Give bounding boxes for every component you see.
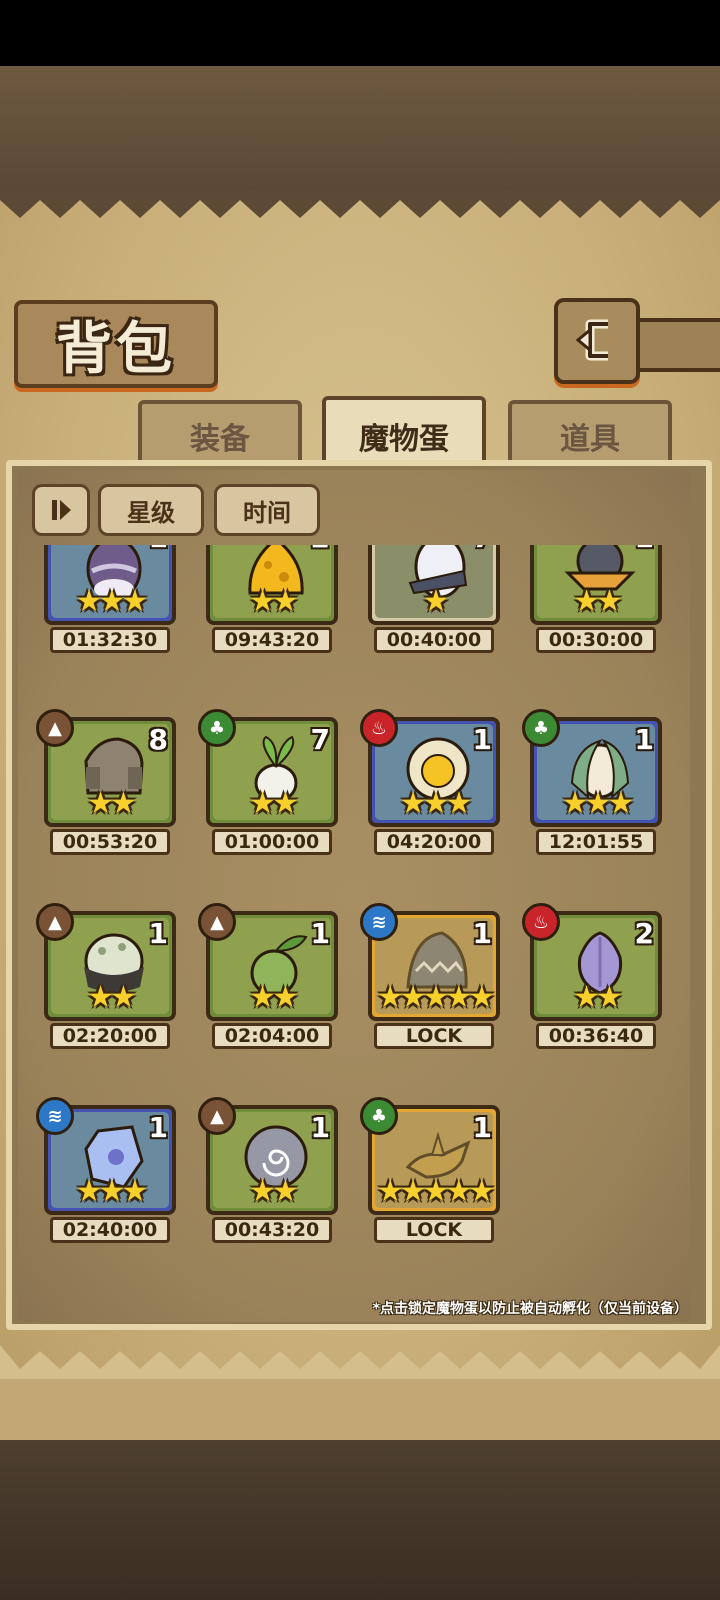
egg-count: 1 <box>472 917 492 950</box>
fire-element-icon: ♨ <box>522 903 560 941</box>
egg-card[interactable]: ▲ 1 ★★ 02:20:00 <box>36 903 176 1051</box>
egg-count: 1 <box>149 545 168 554</box>
back-button[interactable] <box>554 298 640 384</box>
egg-star-rating: ★★ <box>249 980 299 1015</box>
back-button-band <box>630 318 720 372</box>
egg-star-rating: ★★★ <box>399 786 473 821</box>
egg-star-rating: ★ <box>422 584 450 619</box>
page-title: 背包 <box>56 316 176 382</box>
egg-hatch-timer: 02:04:00 <box>212 1023 332 1049</box>
back-arrow-icon <box>575 319 608 361</box>
tab-items-label: 道具 <box>560 422 620 457</box>
egg-hatch-timer: 02:40:00 <box>50 1217 170 1243</box>
earth-element-icon: ▲ <box>198 1097 236 1135</box>
egg-card[interactable]: ▲ 8 ★★ 00:53:20 <box>36 709 176 857</box>
egg-card[interactable]: ♣ 7 ★★ 01:00:00 <box>198 709 338 857</box>
egg-star-rating: ★★★ <box>75 584 149 619</box>
egg-star-rating: ★★ <box>573 584 623 619</box>
egg-star-rating: ★★ <box>249 584 299 619</box>
egg-hatch-timer: 00:43:20 <box>212 1217 332 1243</box>
tab-items[interactable]: 道具 <box>508 400 672 468</box>
water-element-icon: ≋ <box>360 903 398 941</box>
egg-hatch-timer: 00:53:20 <box>50 829 170 855</box>
map-background-bottom <box>0 1440 720 1600</box>
earth-element-icon: ▲ <box>198 903 236 941</box>
egg-card[interactable]: ≋ 1 ★★★ 02:40:00 <box>36 1097 176 1245</box>
egg-card[interactable]: ♣ 1 ★★★ 12:01:55 <box>522 709 662 857</box>
egg-count: 2 <box>311 545 330 554</box>
egg-count: 1 <box>148 1111 168 1144</box>
earth-element-icon: ▲ <box>36 903 74 941</box>
egg-hatch-timer: 12:01:55 <box>536 829 656 855</box>
egg-card[interactable]: ♨ 2 ★★ 00:36:40 <box>522 903 662 1051</box>
egg-hatch-timer: 01:00:00 <box>212 829 332 855</box>
egg-hatch-timer: 04:20:00 <box>374 829 494 855</box>
sort-by-stars-button[interactable]: 星级 <box>98 484 204 536</box>
egg-card-locked[interactable]: ≋ 1 ★★★★★ LOCK <box>360 903 500 1051</box>
egg-count: 1 <box>472 723 492 756</box>
egg-count: 1 <box>635 545 654 554</box>
earth-element-icon: ▲ <box>36 709 74 747</box>
zigzag-border-top <box>0 190 720 218</box>
tab-equipment[interactable]: 装备 <box>138 400 302 468</box>
sort-by-time-button[interactable]: 时间 <box>214 484 320 536</box>
egg-hatch-timer: 09:43:20 <box>212 627 332 653</box>
status-bar <box>0 0 720 66</box>
egg-hatch-timer: 00:40:00 <box>374 627 494 653</box>
egg-count: 1 <box>310 917 330 950</box>
egg-card-locked[interactable]: ♣ 1 ★★★★★ LOCK <box>360 1097 500 1245</box>
egg-grid: ♣ 1 ★★★ 01:32:30 ▲ 2 ★★ 09:43:20 ≋ 7 ★ 0… <box>18 545 690 1280</box>
egg-count: 1 <box>148 917 168 950</box>
egg-count: 7 <box>310 723 330 756</box>
egg-lock-label[interactable]: LOCK <box>374 1217 494 1243</box>
egg-card[interactable]: ▲ 1 ★★ 02:04:00 <box>198 903 338 1051</box>
egg-hatch-timer: 01:32:30 <box>50 627 170 653</box>
egg-card[interactable]: ≋ 7 ★ 00:40:00 <box>368 545 500 655</box>
water-element-icon: ≋ <box>36 1097 74 1135</box>
title-plate: 背包 <box>14 300 218 388</box>
parchment-lower-band <box>0 1375 720 1445</box>
egg-card[interactable]: ♨ 1 ★★★ 04:20:00 <box>360 709 500 857</box>
egg-star-rating: ★★ <box>87 786 137 821</box>
tab-monster-eggs-label: 魔物蛋 <box>359 422 449 457</box>
map-background-top <box>0 66 720 196</box>
egg-count: 1 <box>634 723 654 756</box>
sort-by-time-label: 时间 <box>243 498 291 527</box>
egg-count: 7 <box>473 545 492 554</box>
auto-hatch-lock-hint: *点击锁定魔物蛋以防止被自动孵化（仅当前设备） <box>372 1301 688 1317</box>
sort-toggle-icon <box>52 500 71 520</box>
grass-element-icon: ♣ <box>522 709 560 747</box>
sort-by-stars-label: 星级 <box>127 498 175 527</box>
tab-equipment-label: 装备 <box>190 422 250 457</box>
egg-star-rating: ★★ <box>573 980 623 1015</box>
zigzag-border-bottom <box>0 1345 720 1379</box>
egg-card[interactable]: ▲ 1 ★★ 00:30:00 <box>530 545 662 655</box>
egg-hatch-timer: 02:20:00 <box>50 1023 170 1049</box>
egg-count: 1 <box>472 1111 492 1144</box>
fire-element-icon: ♨ <box>360 709 398 747</box>
sort-order-button[interactable] <box>32 484 90 536</box>
egg-card[interactable]: ▲ 2 ★★ 09:43:20 <box>206 545 338 655</box>
egg-hatch-timer: 00:30:00 <box>536 627 656 653</box>
grass-element-icon: ♣ <box>198 709 236 747</box>
egg-lock-label[interactable]: LOCK <box>374 1023 494 1049</box>
egg-star-rating: ★★ <box>249 786 299 821</box>
egg-star-rating: ★★★ <box>561 786 635 821</box>
egg-count: 2 <box>634 917 654 950</box>
egg-card[interactable]: ♣ 1 ★★★ 01:32:30 <box>44 545 176 655</box>
egg-count: 8 <box>148 723 168 756</box>
egg-star-rating: ★★★★★ <box>376 980 495 1015</box>
grass-element-icon: ♣ <box>360 1097 398 1135</box>
egg-count: 1 <box>310 1111 330 1144</box>
egg-star-rating: ★★★★★ <box>376 1174 495 1209</box>
egg-star-rating: ★★★ <box>75 1174 149 1209</box>
egg-star-rating: ★★ <box>249 1174 299 1209</box>
egg-card[interactable]: ▲ 1 ★★ 00:43:20 <box>198 1097 338 1245</box>
egg-hatch-timer: 00:36:40 <box>536 1023 656 1049</box>
egg-star-rating: ★★ <box>87 980 137 1015</box>
